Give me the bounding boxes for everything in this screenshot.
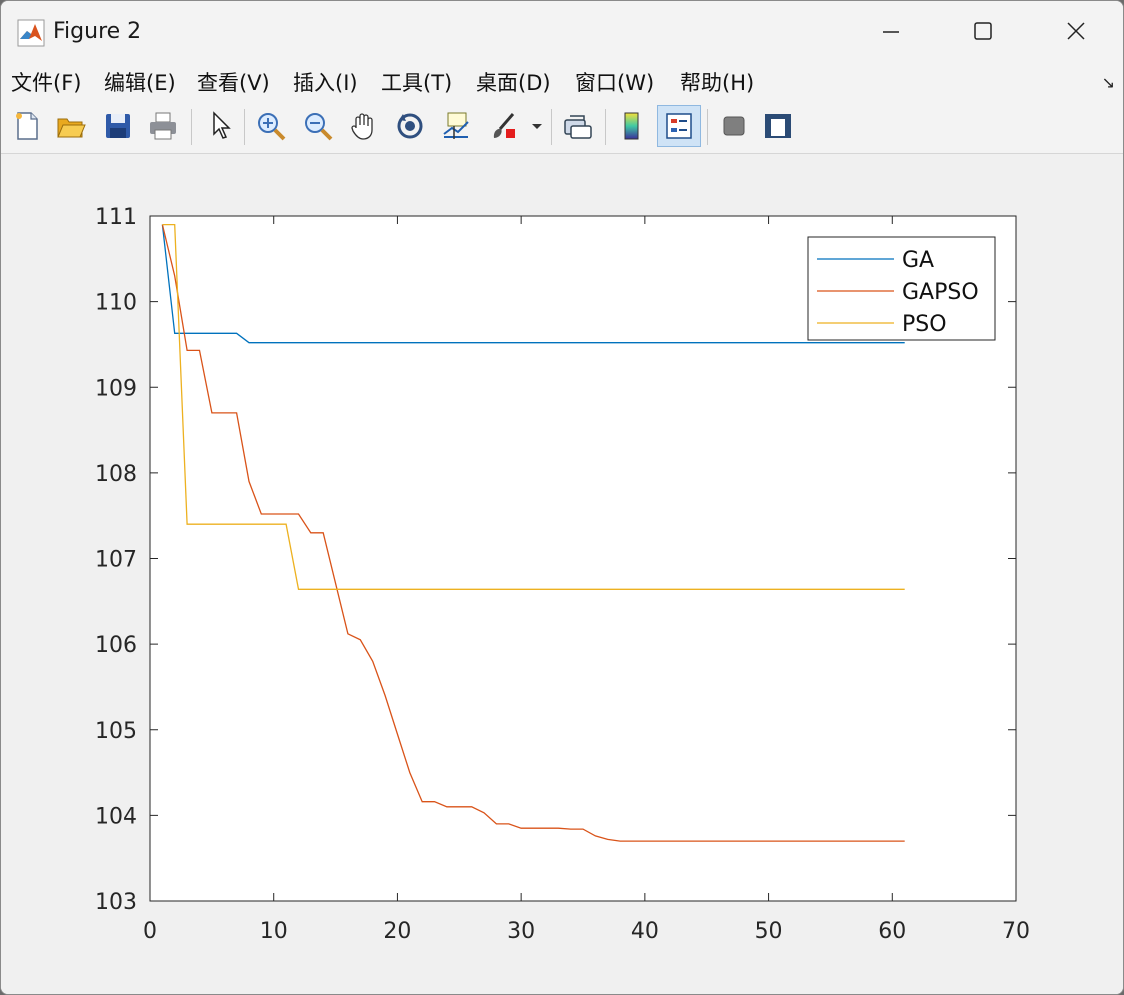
new-figure-icon bbox=[16, 112, 38, 140]
legend-label-gapso: GAPSO bbox=[902, 280, 979, 305]
window-title: Figure 2 bbox=[53, 19, 142, 44]
y-tick-label: 111 bbox=[95, 205, 137, 230]
close-button[interactable] bbox=[1046, 9, 1106, 53]
toolbar-separator bbox=[244, 109, 245, 145]
minimize-button[interactable] bbox=[861, 9, 921, 53]
select-arrow-icon bbox=[213, 111, 231, 139]
select-arrow-button[interactable] bbox=[201, 107, 239, 145]
link-plot-button[interactable] bbox=[559, 107, 597, 145]
new-figure-button[interactable] bbox=[8, 107, 46, 145]
menu-tools[interactable]: 工具(T) bbox=[381, 67, 452, 97]
colorbar-button[interactable] bbox=[613, 107, 651, 145]
x-tick-label: 40 bbox=[631, 919, 659, 944]
save-button[interactable] bbox=[99, 107, 137, 145]
y-tick-label: 103 bbox=[95, 890, 137, 915]
legend-label-ga: GA bbox=[902, 248, 934, 273]
legend-label-pso: PSO bbox=[902, 312, 947, 337]
y-tick-label: 110 bbox=[95, 291, 137, 316]
menu-help[interactable]: 帮助(H) bbox=[680, 67, 754, 97]
toolbar-separator bbox=[605, 109, 606, 145]
line-chart[interactable]: 0 10 20 30 40 50 60 70 103 104 105 106 107 108 109 110 1… bbox=[1, 154, 1123, 994]
minimize-icon bbox=[883, 31, 899, 33]
rotate-3d-icon bbox=[397, 113, 423, 139]
menu-edit[interactable]: 编辑(E) bbox=[104, 67, 176, 97]
menu-view[interactable]: 查看(V) bbox=[197, 67, 270, 97]
rotate-3d-button[interactable] bbox=[391, 107, 429, 145]
figure-canvas[interactable]: 0 10 20 30 40 50 60 70 103 104 105 106 107 108 109 110 1… bbox=[1, 154, 1123, 994]
open-file-button[interactable] bbox=[52, 107, 90, 145]
menu-insert[interactable]: 插入(I) bbox=[293, 67, 358, 97]
y-tick-label: 105 bbox=[95, 719, 137, 744]
figure-toolbar bbox=[1, 99, 1123, 154]
zoom-in-icon bbox=[258, 113, 286, 141]
x-tick-label: 60 bbox=[878, 919, 906, 944]
matlab-logo-icon bbox=[17, 19, 45, 47]
pan-hand-icon bbox=[351, 113, 373, 140]
data-cursor-button[interactable] bbox=[437, 107, 475, 145]
x-tick-label: 20 bbox=[383, 919, 411, 944]
link-plot-icon bbox=[564, 115, 592, 139]
close-icon bbox=[1067, 22, 1085, 40]
y-tick-label: 104 bbox=[95, 804, 137, 829]
title-bar[interactable]: Figure 2 bbox=[1, 1, 1123, 63]
menu-bar: 文件(F) 编辑(E) 查看(V) 插入(I) 工具(T) 桌面(D) 窗口(W… bbox=[1, 63, 1123, 99]
zoom-out-icon bbox=[305, 113, 333, 141]
toolbar-separator bbox=[707, 109, 708, 145]
legend[interactable]: GA GAPSO PSO bbox=[807, 236, 996, 341]
hide-plot-tools-button[interactable] bbox=[715, 107, 753, 145]
maximize-icon bbox=[974, 22, 992, 40]
brush-button[interactable] bbox=[485, 107, 523, 145]
menu-file[interactable]: 文件(F) bbox=[11, 67, 81, 97]
chevron-down-icon bbox=[532, 124, 542, 129]
y-tick-label: 109 bbox=[95, 376, 137, 401]
open-file-icon bbox=[57, 118, 86, 138]
dock-arrow-icon[interactable]: ↘ bbox=[1102, 73, 1115, 92]
x-tick-label: 10 bbox=[260, 919, 288, 944]
zoom-in-button[interactable] bbox=[252, 107, 290, 145]
zoom-out-button[interactable] bbox=[299, 107, 337, 145]
toolbar-separator bbox=[551, 109, 552, 145]
x-tick-label: 30 bbox=[507, 919, 535, 944]
menu-window[interactable]: 窗口(W) bbox=[575, 67, 654, 97]
x-tick-label: 50 bbox=[755, 919, 783, 944]
x-tick-label: 70 bbox=[1002, 919, 1030, 944]
data-cursor-icon bbox=[443, 112, 469, 139]
pan-button[interactable] bbox=[345, 107, 383, 145]
y-tick-label: 108 bbox=[95, 462, 137, 487]
show-plot-tools-button[interactable] bbox=[759, 107, 797, 145]
menu-desktop[interactable]: 桌面(D) bbox=[476, 67, 551, 97]
x-tick-label: 0 bbox=[143, 919, 157, 944]
brush-icon bbox=[493, 113, 515, 138]
y-tick-label: 107 bbox=[95, 548, 137, 573]
hide-plot-tools-icon bbox=[723, 116, 745, 136]
show-plot-tools-icon bbox=[765, 114, 791, 138]
maximize-button[interactable] bbox=[953, 9, 1013, 53]
print-button[interactable] bbox=[144, 107, 182, 145]
legend-button[interactable] bbox=[657, 105, 701, 147]
y-tick-label: 106 bbox=[95, 633, 137, 658]
print-icon bbox=[150, 112, 176, 140]
brush-dropdown-button[interactable] bbox=[527, 107, 547, 145]
save-icon bbox=[106, 114, 130, 138]
figure-window: Figure 2 文件(F) 编辑(E) 查看(V) 插入(I) 工具(T) 桌… bbox=[0, 0, 1124, 995]
legend-icon bbox=[666, 113, 692, 139]
toolbar-separator bbox=[191, 109, 192, 145]
colorbar-icon bbox=[624, 112, 639, 140]
